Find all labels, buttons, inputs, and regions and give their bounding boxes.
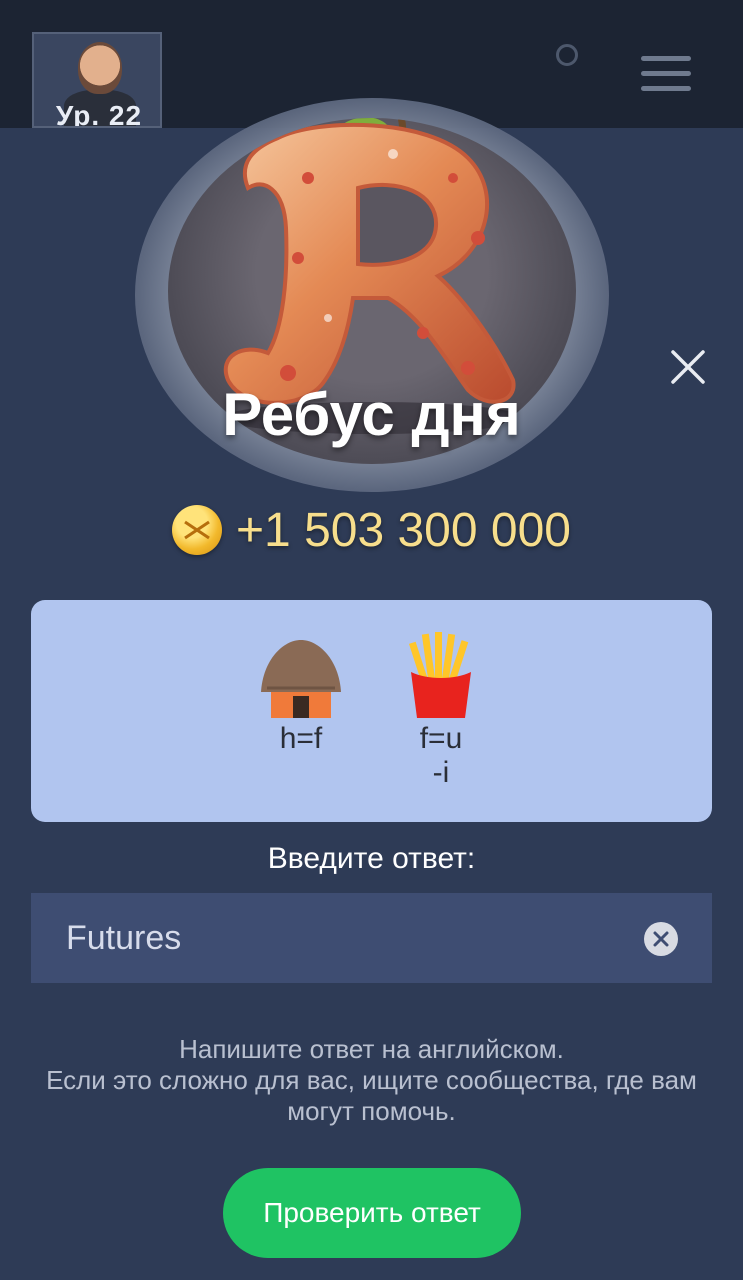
hut-icon <box>261 640 341 718</box>
clue-hut: h=f <box>251 630 351 756</box>
clue-label: h=f <box>279 722 323 755</box>
answer-input[interactable] <box>64 917 628 959</box>
avatar[interactable]: Ур. 22 <box>32 32 162 128</box>
page-title: Ребус дня <box>222 381 521 448</box>
reward-amount: +1 503 300 000 <box>0 500 743 560</box>
clear-icon[interactable] <box>644 922 678 956</box>
check-answer-button[interactable]: Проверить ответ <box>223 1168 521 1258</box>
answer-label: Введите ответ: <box>267 842 476 875</box>
level-label: Ур. 22 <box>55 100 143 128</box>
menu-icon[interactable] <box>641 56 691 96</box>
hint-line: Напишите ответ на английском. <box>179 1034 564 1064</box>
rebus-puzzle: h=f f=u -i <box>31 600 712 822</box>
info-icon[interactable] <box>556 44 578 66</box>
fries-icon <box>408 632 471 718</box>
reward-text: +1 503 300 000 <box>236 503 571 557</box>
avatar-face <box>78 42 122 94</box>
hint-text: Напишите ответ на английском. Если это с… <box>0 1034 743 1127</box>
hint-line: могут помочь. <box>287 1096 456 1126</box>
clue-fries: f=u -i <box>391 628 491 790</box>
coin-icon <box>172 505 222 555</box>
clue-label-2: -i <box>432 756 450 789</box>
hint-line: Если это сложно для вас, ищите сообществ… <box>46 1065 697 1095</box>
answer-field[interactable] <box>31 893 712 983</box>
clue-label: f=u <box>419 722 463 755</box>
